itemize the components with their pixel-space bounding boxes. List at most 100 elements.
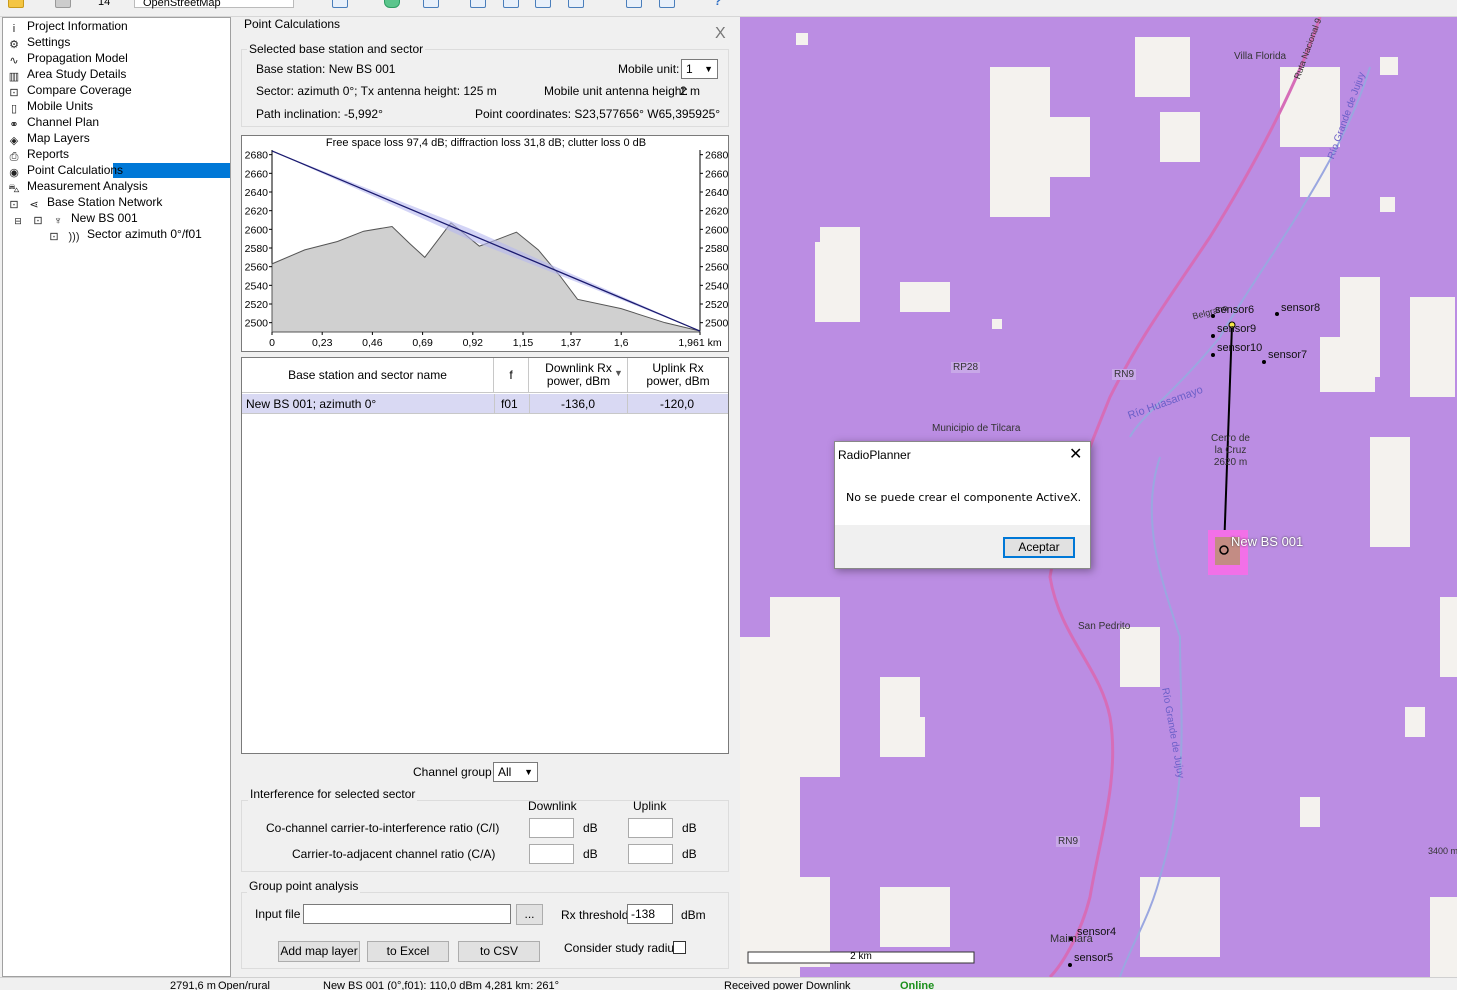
y-tick-label-right: 2520 [705,299,728,311]
export-kmz-icon[interactable] [535,0,551,8]
mobile-unit-select[interactable]: 1 ▼ [681,59,718,79]
status-path-info: New BS 001 (0°,f01): 110,0 dBm 4,281 km:… [323,980,560,990]
column-header-uplink[interactable]: Uplink Rx power, dBm [628,362,728,393]
rx-threshold-field[interactable]: -138 [627,904,673,924]
tree-item-channel-plan[interactable]: ⚭ Channel Plan [7,114,99,131]
coverage-icon[interactable] [384,0,400,8]
column-header-f[interactable]: f [494,358,529,393]
sensor-label[interactable]: sensor7 [1268,349,1307,361]
tree-item-new-bs-001[interactable]: ⊟ ⊡ ♆ New BS 001 [11,210,137,227]
close-icon[interactable]: X [715,25,726,43]
y-tick-label: 2580 [245,243,269,255]
toolbar: 14 OpenStreetMap ? [0,0,1457,17]
ruler-icon[interactable] [332,0,348,8]
tree-item-sector[interactable]: ⊡))) Sector azimuth 0°/f01 [47,226,201,243]
downlink-header: Downlink [528,799,577,813]
browse-button[interactable]: ... [516,904,543,925]
grid-icon[interactable] [659,0,675,8]
channel-group-select[interactable]: All ▼ [493,762,538,782]
sensor-dot [1262,360,1266,364]
sensor-label[interactable]: sensor8 [1281,302,1320,314]
base-station-label[interactable]: New BS 001 [1231,534,1303,549]
tree-item-measurement-analysis[interactable]: ⛍ Measurement Analysis [7,178,147,195]
sensor-label[interactable]: sensor10 [1217,342,1262,354]
column-header-name[interactable]: Base station and sector name [242,358,494,393]
status-online: Online [900,980,935,990]
export-png-icon[interactable] [503,0,519,8]
cell-f: f01 [501,397,518,411]
table-row[interactable]: New BS 001; azimuth 0° f01 -136,0 -120,0 [242,394,728,414]
zoom-level[interactable]: 14 [98,0,126,8]
consider-radius-label: Consider study radius [564,941,681,955]
checkbox-icon[interactable]: ⊡ [31,215,45,227]
project-tree: i Project Information ⚙ Settings ∿ Propagat… [2,17,231,977]
collapse-icon[interactable]: ⊟ [11,215,25,227]
aceptar-button[interactable]: Aceptar [1003,537,1075,558]
channel-group-label: Channel group [413,765,492,779]
place-label: Municipio de Tilcara [932,423,1021,434]
y-tick-label: 2560 [245,262,269,274]
input-file-field[interactable] [303,904,511,924]
to-excel-button[interactable]: to Excel [367,941,449,962]
ci-label: Co-channel carrier-to-interference ratio… [266,821,500,835]
ci-downlink-unit: dB [583,821,598,835]
tree-item-area-study-details[interactable]: ▥ Area Study Details [7,66,127,83]
tree-item-compare-coverage[interactable]: ⊡ Compare Coverage [7,82,131,99]
sensor-label[interactable]: sensor4 [1077,926,1116,938]
add-map-layer-button[interactable]: Add map layer [278,941,360,962]
cell-name: New BS 001; azimuth 0° [246,397,377,411]
export-gis-icon[interactable] [568,0,584,8]
tree-item-project-information[interactable]: i Project Information [7,18,128,35]
x-tick-label: 0,92 [463,337,484,349]
help-icon[interactable]: ? [714,0,721,8]
point-calculations-panel: Point Calculations X Selected base stati… [236,17,736,977]
ci-downlink-field[interactable] [529,818,574,838]
tree-item-map-layers[interactable]: ◈ Map Layers [7,130,90,147]
ci-uplink-field[interactable] [628,818,673,838]
ca-downlink-field[interactable] [529,844,574,864]
sensor-dot [1211,353,1215,357]
place-label: Villa Florida [1234,51,1287,62]
y-tick-label-right: 2640 [705,187,728,199]
status-layer: Received power Downlink [724,980,851,990]
error-dialog: RadioPlanner ✕ No se puede crear el comp… [834,441,1091,569]
ca-uplink-field[interactable] [628,844,673,864]
tree-item-settings[interactable]: ⚙ Settings [7,34,70,51]
base-station-label: Base station: New BS 001 [256,62,396,76]
tree-item-point-calculations[interactable]: ◉ Point Calculations [7,162,123,179]
panel-title: Point Calculations [244,17,341,31]
y-tick-label: 2520 [245,299,269,311]
rivers [1119,66,1371,977]
peak-label: Cerro de la Cruz 2620 m [1211,433,1250,468]
tree-item-propagation-model[interactable]: ∿ Propagation Model [7,50,127,67]
selected-station-group-title: Selected base station and sector [247,42,426,56]
road-sign: RN9 [1112,369,1137,380]
sensor-label[interactable]: sensor5 [1074,952,1113,964]
save-icon[interactable] [55,0,71,8]
ci-uplink-unit: dB [682,821,697,835]
add-point-icon[interactable] [423,0,439,8]
tree-item-mobile-units[interactable]: ▯ Mobile Units [7,98,93,115]
x-tick-label: 0 [269,337,275,349]
chevron-down-icon: ▼ [524,767,533,777]
road-sign: RP28 [951,362,981,373]
layout-icon[interactable] [626,0,642,8]
close-icon[interactable]: ✕ [1069,444,1082,464]
sensor-label[interactable]: sensor6 [1215,304,1254,316]
sensor-dot [1069,937,1073,941]
y-tick-label-right: 2540 [705,280,728,292]
export-html-icon[interactable] [470,0,486,8]
interference-group-title: Interference for selected sector [248,787,418,801]
checkbox-icon[interactable]: ⊡ [47,231,61,243]
y-tick-label: 2620 [245,206,269,218]
tree-item-base-station-network[interactable]: ⊡ ⋖ Base Station Network [7,194,162,211]
tree-item-reports[interactable]: ⎙ Reports [7,146,69,163]
sensor-dot [1275,312,1279,316]
open-folder-icon[interactable] [8,0,24,8]
consider-radius-checkbox[interactable] [673,941,686,954]
group-analysis-title: Group point analysis [247,879,361,893]
results-table: Base station and sector name f Downlink … [241,357,729,754]
map-source-select[interactable]: OpenStreetMap [134,0,294,9]
to-csv-button[interactable]: to CSV [458,941,540,962]
sensor-label[interactable]: sensor9 [1217,323,1256,335]
